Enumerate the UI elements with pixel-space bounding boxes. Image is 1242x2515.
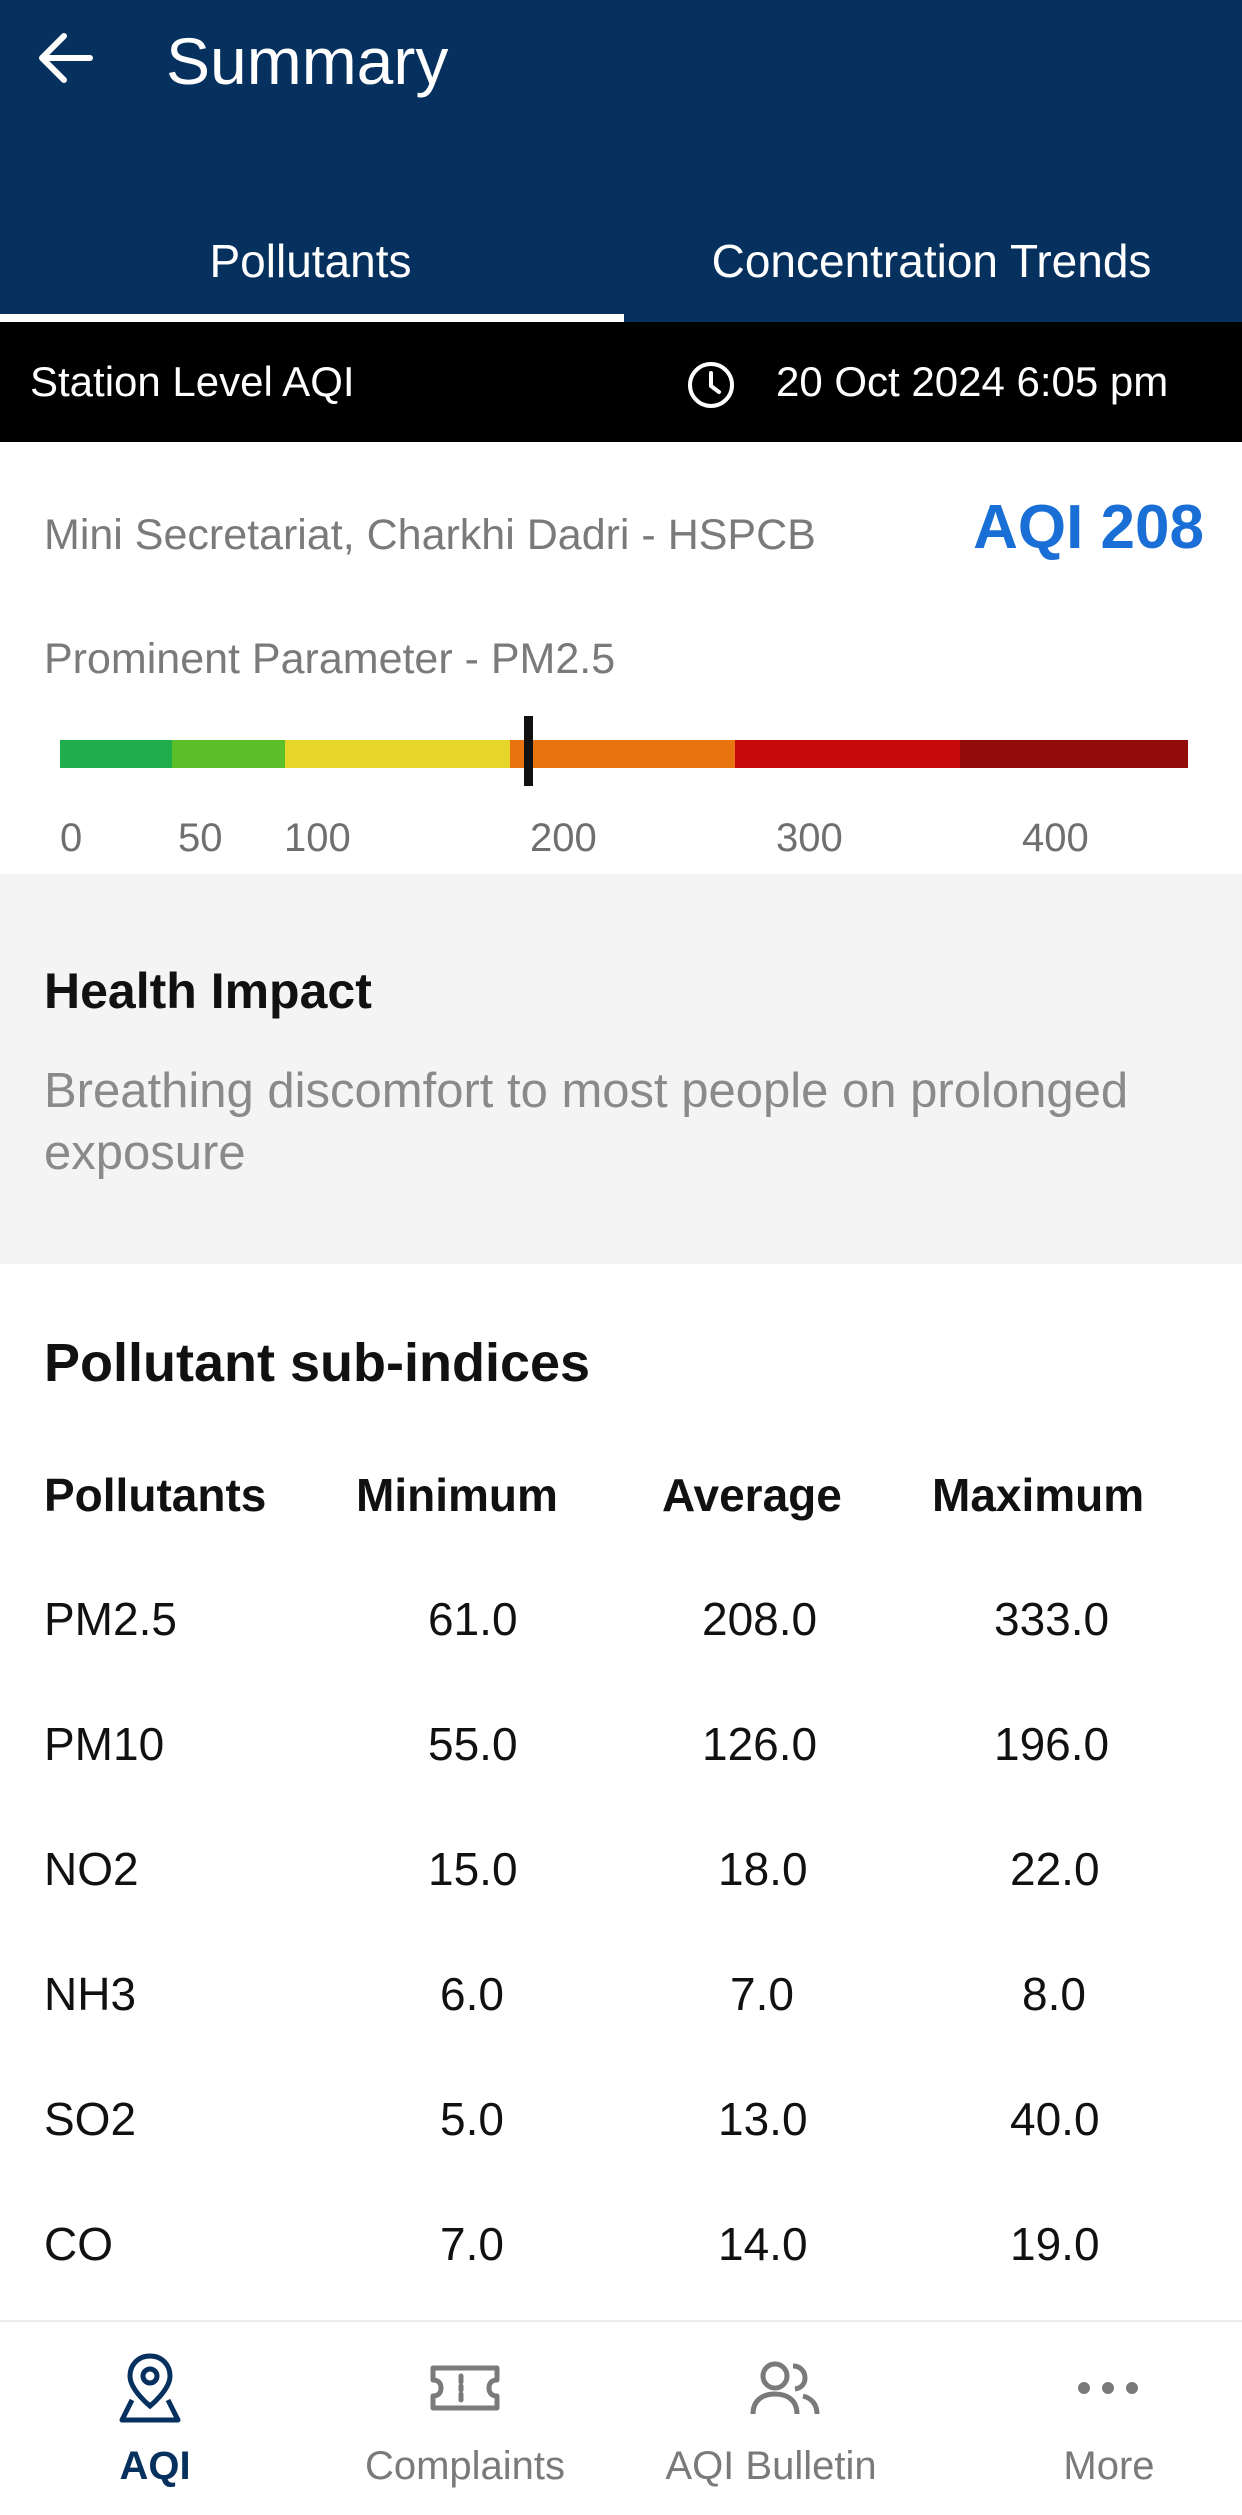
pollutant-minimum: 5.0 [440, 2093, 504, 2145]
aqi-scale-tick: 200 [530, 816, 597, 860]
table-header-maximum: Maximum [932, 1469, 1145, 1521]
aqi-scale-segment [172, 740, 285, 768]
back-button[interactable] [30, 22, 102, 94]
pollutant-maximum: 8.0 [1022, 1968, 1086, 2020]
nav-item-complaints[interactable]: Complaints [310, 2322, 620, 2515]
map-pin-icon [119, 2353, 181, 2423]
pollutant-minimum: 61.0 [428, 1593, 518, 1645]
station-timestamp: 20 Oct 2024 6:05 pm [776, 358, 1169, 405]
more-dots-icon [1078, 2382, 1138, 2394]
aqi-scale-bar [60, 740, 1188, 768]
aqi-scale-segment [60, 740, 172, 768]
tab-pollutants[interactable]: Pollutants [0, 200, 621, 322]
aqi-value: AQI 208 [973, 493, 1204, 562]
sub-indices-title: Pollutant sub-indices [44, 1333, 591, 1393]
nav-item-aqi[interactable]: AQI [0, 2322, 310, 2515]
aqi-scale-segment [735, 740, 960, 768]
table-header-minimum: Minimum [356, 1469, 558, 1521]
pollutant-maximum: 196.0 [994, 1718, 1110, 1770]
pollutant-average: 13.0 [718, 2093, 808, 2145]
nav-label-aqi-bulletin: AQI Bulletin [665, 2444, 877, 2488]
pollutant-average: 126.0 [702, 1718, 818, 1770]
active-tab-indicator [0, 314, 624, 322]
ticket-icon [430, 2365, 500, 2411]
table-header-pollutants: Pollutants [44, 1469, 267, 1521]
prominent-parameter: Prominent Parameter - PM2.5 [44, 635, 616, 683]
pollutant-name: SO2 [44, 2093, 137, 2145]
pollutant-name: PM2.5 [44, 1593, 177, 1645]
app-bar: Summary Pollutants Concentration Trends [0, 0, 1242, 322]
pollutant-minimum: 6.0 [440, 1968, 504, 2020]
pollutant-name: CO [44, 2218, 113, 2270]
pollutant-minimum: 55.0 [428, 1718, 518, 1770]
pollutant-name: NH3 [44, 1968, 137, 2020]
pollutant-minimum: 7.0 [440, 2218, 504, 2270]
aqi-scale-tick: 100 [284, 816, 351, 860]
pollutant-average: 14.0 [718, 2218, 808, 2270]
table-header-average: Average [662, 1469, 842, 1521]
pollutant-maximum: 40.0 [1010, 2093, 1100, 2145]
health-impact-section: Health Impact Breathing discomfort to mo… [0, 874, 1242, 1264]
health-impact-title: Health Impact [44, 963, 372, 1019]
tab-bar: Pollutants Concentration Trends [0, 200, 1242, 322]
aqi-scale-segment [285, 740, 510, 768]
station-level-label: Station Level AQI [30, 358, 355, 405]
arrow-left-icon [39, 33, 93, 83]
aqi-scale-tick: 400 [1022, 816, 1089, 860]
pollutant-name: PM10 [44, 1718, 165, 1770]
aqi-scale-tick: 300 [776, 816, 843, 860]
pollutant-maximum: 19.0 [1010, 2218, 1100, 2270]
pollutant-average: 18.0 [718, 1843, 808, 1895]
health-impact-text: Breathing discomfort to most people on p… [44, 1064, 1129, 1180]
station-name: Mini Secretariat, Charkhi Dadri - HSPCB [44, 511, 816, 559]
nav-item-aqi-bulletin[interactable]: AQI Bulletin [620, 2322, 930, 2515]
pollutant-average: 208.0 [702, 1593, 818, 1645]
users-icon [750, 2361, 820, 2415]
clock-icon [688, 362, 734, 408]
nav-item-more[interactable]: More [930, 2322, 1240, 2515]
aqi-scale-segment [960, 740, 1188, 768]
aqi-scale-segment [510, 740, 735, 768]
pollutant-minimum: 15.0 [428, 1843, 518, 1895]
aqi-scale-tick: 50 [178, 816, 223, 860]
station-card: Mini Secretariat, Charkhi Dadri - HSPCB … [0, 442, 1242, 874]
station-level-bar: Station Level AQI 20 Oct 2024 6:05 pm [0, 322, 1242, 442]
page-title: Summary [166, 24, 449, 98]
pollutant-maximum: 333.0 [994, 1593, 1110, 1645]
nav-label-aqi: AQI [119, 2444, 191, 2488]
pollutant-maximum: 22.0 [1010, 1843, 1100, 1895]
tab-concentration-trends[interactable]: Concentration Trends [621, 200, 1242, 322]
aqi-scale-marker [524, 716, 533, 786]
nav-label-complaints: Complaints [364, 2444, 566, 2488]
pollutant-average: 7.0 [730, 1968, 794, 2020]
pollutant-name: NO2 [44, 1843, 139, 1895]
aqi-scale-tick: 0 [60, 816, 83, 860]
bottom-navigation: AQI Complaints AQI Bulletin More [0, 2320, 1242, 2515]
nav-label-more: More [1063, 2444, 1155, 2488]
